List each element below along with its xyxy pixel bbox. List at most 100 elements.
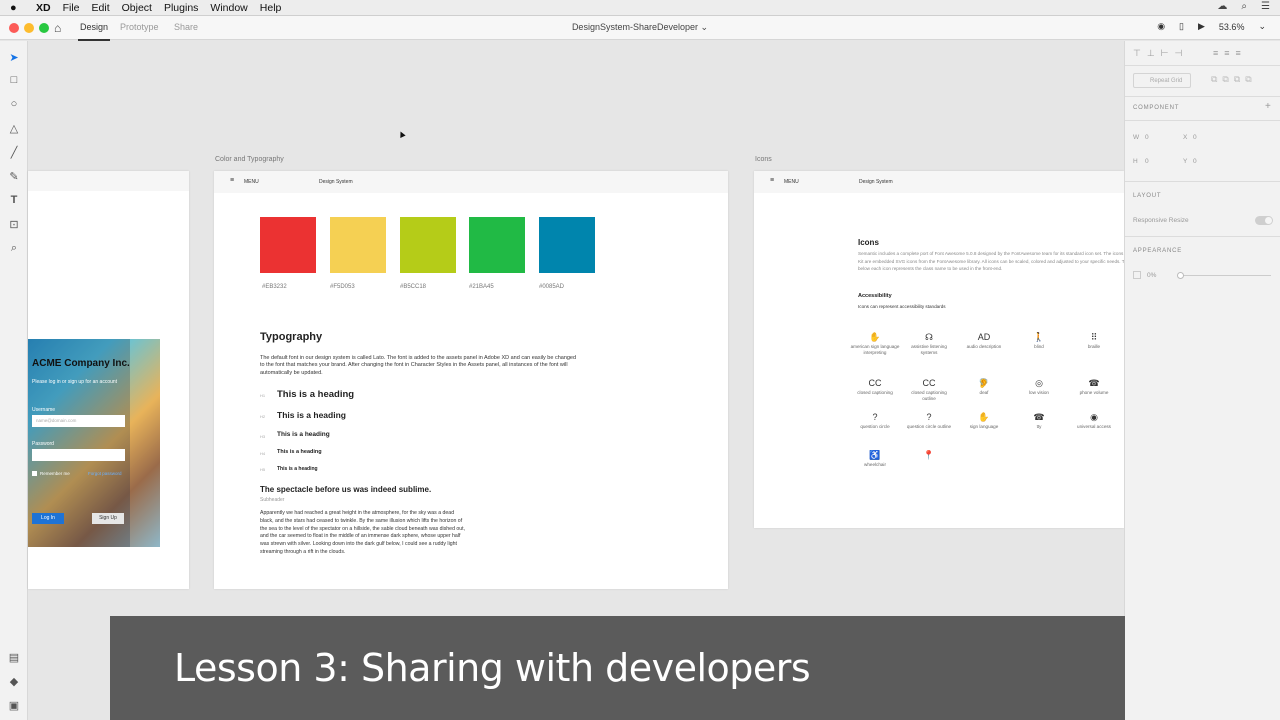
icon-label: closed captioning: [857, 390, 893, 395]
icon-cell[interactable]: ⠿ braille: [1069, 331, 1119, 350]
opacity-value[interactable]: 0%: [1147, 272, 1156, 279]
property-inspector: ⊤⊥⊢⊣ ≡≡≡ Repeat Grid ⧉⧉⧉⧉ COMPONENT + W …: [1124, 41, 1280, 720]
divider: [1125, 96, 1280, 97]
y-field[interactable]: 0: [1193, 158, 1197, 165]
height-field[interactable]: 0: [1145, 158, 1149, 165]
swatch-hex: #EB3232: [262, 284, 287, 290]
apple-icon[interactable]: ●: [10, 2, 26, 14]
accessibility-icon: ☊: [925, 332, 933, 342]
swatch-yellow[interactable]: [330, 217, 386, 273]
line-tool-icon[interactable]: ╱: [0, 146, 28, 159]
artboard-color-typography[interactable]: ≡ MENU Design System #EB3232 #F5D053 #B5…: [214, 171, 728, 589]
remember-label: Remember me: [40, 471, 70, 476]
menu-edit[interactable]: Edit: [92, 2, 110, 14]
swatch-lime[interactable]: [400, 217, 456, 273]
icon-label: low vision: [1029, 390, 1049, 395]
icon-cell[interactable]: 🦻 deaf: [959, 377, 1009, 396]
password-input[interactable]: [32, 449, 125, 461]
opacity-slider[interactable]: [1181, 275, 1271, 276]
x-field[interactable]: 0: [1193, 134, 1197, 141]
menu-app[interactable]: XD: [36, 2, 51, 14]
accessibility-icon: ?: [872, 412, 878, 422]
icon-cell[interactable]: ☎ tty: [1014, 411, 1064, 430]
accessibility-icon: ⠿: [1090, 332, 1098, 342]
artboard-nav: ≡ MENU Design System: [214, 171, 728, 193]
cloud-icon[interactable]: ☁: [1217, 1, 1227, 12]
username-input[interactable]: name@domain.com: [32, 415, 125, 427]
menu-bar: ● XD File Edit Object Plugins Window Hel…: [0, 0, 1280, 16]
remember-checkbox[interactable]: [32, 471, 37, 476]
add-component-icon[interactable]: +: [1265, 101, 1271, 112]
rectangle-tool-icon[interactable]: □: [0, 74, 28, 86]
align-icons[interactable]: ⊤⊥⊢⊣: [1133, 48, 1188, 59]
play-icon[interactable]: ▶: [1198, 21, 1205, 32]
icon-cell[interactable]: 🚶 blind: [1014, 331, 1064, 350]
distribute-icons[interactable]: ≡≡≡: [1213, 48, 1247, 58]
document-title[interactable]: DesignSystem-ShareDeveloper ⌄: [0, 22, 1280, 33]
artboard-icons[interactable]: ≡ MENU Design System Icons Semantic incl…: [754, 171, 1124, 528]
polygon-tool-icon[interactable]: △: [0, 122, 28, 135]
accessibility-icon: ✋: [869, 332, 881, 342]
menu-object[interactable]: Object: [122, 2, 152, 14]
swatch-red[interactable]: [260, 217, 316, 273]
ellipse-tool-icon[interactable]: ○: [0, 98, 28, 110]
y-label: Y: [1183, 158, 1188, 165]
icon-cell[interactable]: ✋ american sign language interpreting: [850, 331, 900, 356]
search-icon[interactable]: ⌕: [1241, 1, 1247, 12]
boolean-icons[interactable]: ⧉⧉⧉⧉: [1211, 74, 1257, 85]
icon-cell[interactable]: AD audio description: [959, 331, 1009, 350]
username-label: Username: [32, 407, 56, 413]
user-icon[interactable]: ◉: [1157, 21, 1165, 32]
menu-plugins[interactable]: Plugins: [164, 2, 198, 14]
icons-title: Icons: [858, 238, 879, 247]
artboard-label-icons[interactable]: Icons: [755, 156, 772, 163]
menu-file[interactable]: File: [63, 2, 80, 14]
login-prompt: Please log in or sign up for an account: [32, 379, 118, 385]
signup-button[interactable]: Sign Up: [92, 513, 124, 524]
artboard-nav: [28, 171, 189, 191]
swatch-hex: #21BA45: [469, 284, 494, 290]
select-tool-icon[interactable]: ➤: [0, 51, 28, 64]
icon-cell[interactable]: ☎ phone volume: [1069, 377, 1119, 396]
mouse-cursor: ▲: [395, 127, 409, 142]
icon-cell[interactable]: ◎ low vision: [1014, 377, 1064, 396]
icon-cell[interactable]: 📍: [904, 449, 954, 462]
login-button[interactable]: Log In: [32, 513, 64, 524]
assets-icon[interactable]: ▤: [0, 651, 28, 664]
icon-cell[interactable]: CC closed captioning outline: [904, 377, 954, 402]
repeat-grid-button[interactable]: Repeat Grid: [1133, 73, 1191, 88]
heading-tag: H5: [260, 467, 266, 472]
icon-cell[interactable]: ✋ sign language: [959, 411, 1009, 430]
icon-cell[interactable]: ◉ universal access: [1069, 411, 1119, 430]
width-field[interactable]: 0: [1145, 134, 1149, 141]
layers-icon[interactable]: ◆: [0, 675, 28, 688]
icon-cell[interactable]: CC closed captioning: [850, 377, 900, 396]
typography-intro: The default font in our design system is…: [260, 355, 577, 376]
menu-help[interactable]: Help: [260, 2, 282, 14]
opacity-slider-handle[interactable]: [1177, 272, 1184, 279]
swatch-green[interactable]: [469, 217, 525, 273]
swatch-teal[interactable]: [539, 217, 595, 273]
icon-cell[interactable]: ☊ assistive listening systems: [904, 331, 954, 356]
artboard-label-color-typography[interactable]: Color and Typography: [215, 156, 284, 163]
zoom-level[interactable]: 53.6%: [1219, 22, 1245, 32]
menu-window[interactable]: Window: [210, 2, 247, 14]
text-tool-icon[interactable]: T: [0, 194, 28, 206]
accessibility-icon: ✋: [978, 412, 990, 422]
login-card[interactable]: ACME Company Inc. Please log in or sign …: [28, 339, 160, 547]
forgot-link[interactable]: Forgot password: [88, 471, 122, 476]
accessibility-icon: 🦻: [978, 378, 990, 388]
device-preview-icon[interactable]: ▯: [1179, 21, 1184, 32]
icon-label: deaf: [979, 390, 989, 395]
icon-cell[interactable]: ♿ wheelchair: [850, 449, 900, 468]
plugins-icon[interactable]: ▣: [0, 699, 28, 712]
icon-cell[interactable]: ? question circle: [850, 411, 900, 430]
list-icon[interactable]: ☰: [1261, 1, 1270, 12]
accessibility-icon: ☎: [1088, 378, 1100, 388]
responsive-resize-toggle[interactable]: [1255, 216, 1273, 225]
artboard-tool-icon[interactable]: ⊡: [0, 218, 28, 231]
icon-cell[interactable]: ? question circle outline: [904, 411, 954, 430]
zoom-chevron-icon[interactable]: ⌄: [1258, 21, 1266, 32]
zoom-tool-icon[interactable]: ⌕: [0, 242, 28, 255]
pen-tool-icon[interactable]: ✎: [0, 170, 28, 183]
